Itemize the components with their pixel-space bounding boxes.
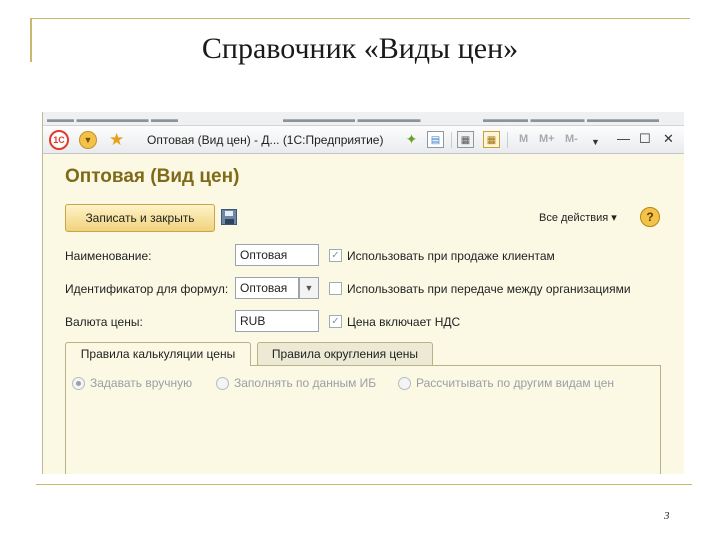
formula-id-input[interactable]: Оптовая [235,277,299,299]
help-icon[interactable]: ? [640,207,660,227]
slide-top-rule [30,18,690,19]
radio-calc-from-other-prices-label: Рассчитывать по другим видам цен [416,376,615,390]
background-window-strip: ▬▬▬ ▬▬▬▬▬▬▬▬ ▬▬▬ ▬▬▬▬▬▬▬▬ ▬▬▬▬▬▬▬ ▬▬▬▬▬ … [43,112,684,126]
memory-plus-button[interactable]: M+ [539,133,555,145]
radio-manual-label: Задавать вручную [90,376,193,390]
toolbar-separator [451,132,452,148]
radio-calc-from-other-prices[interactable] [398,377,411,390]
inter-org-transfer-checkbox[interactable] [329,282,342,295]
radio-manual[interactable] [72,377,85,390]
tab-calculation-rules[interactable]: Правила калькуляции цены [65,342,251,366]
tab-rounding-rules[interactable]: Правила округления цены [257,342,433,366]
toolbar-separator [507,132,508,148]
minimize-icon[interactable]: — [617,132,630,146]
price-includes-vat-checkbox[interactable]: ✓ [329,315,342,328]
form-title: Оптовая (Вид цен) [65,166,240,187]
save-disk-icon[interactable] [221,209,237,225]
save-and-close-button[interactable]: Записать и закрыть [65,204,215,232]
app-screenshot: ▬▬▬ ▬▬▬▬▬▬▬▬ ▬▬▬ ▬▬▬▬▬▬▬▬ ▬▬▬▬▬▬▬ ▬▬▬▬▬ … [42,112,684,474]
window-titlebar: 1С ▼ ★ Оптовая (Вид цен) - Д... (1С:Пред… [43,126,684,154]
document-icon[interactable]: ▤ [427,131,444,148]
chevron-down-icon[interactable]: ▼ [591,135,600,149]
calculator-icon[interactable]: ▦ [457,131,474,148]
formula-id-label: Идентификатор для формул: [65,282,229,296]
maximize-icon[interactable]: ☐ [639,132,651,146]
radio-fill-from-db-label: Заполнять по данным ИБ [234,376,377,390]
sales-to-clients-checkbox[interactable]: ✓ [329,249,342,262]
refresh-arrows-icon[interactable]: ✦ [403,131,420,148]
close-icon[interactable]: ✕ [663,132,674,146]
radio-fill-from-db[interactable] [216,377,229,390]
price-includes-vat-label: Цена включает НДС [347,315,461,329]
name-input[interactable]: Оптовая [235,244,319,266]
sales-to-clients-label: Использовать при продаже клиентам [347,249,555,263]
memory-m-button[interactable]: M [519,133,528,145]
slide-bottom-rule [36,484,692,485]
all-actions-menu[interactable]: Все действия ▾ [539,211,617,224]
formula-id-dropdown-button[interactable]: ▼ [299,277,319,299]
page-number: 3 [664,510,670,522]
1c-logo-icon: 1С [49,130,69,150]
favorite-star-icon[interactable]: ★ [109,130,124,150]
currency-label: Валюта цены: [65,315,143,329]
slide-title: Справочник «Виды цен» [201,32,519,65]
memory-minus-button[interactable]: M- [565,133,578,145]
name-label: Наименование: [65,249,152,263]
main-menu-button[interactable]: ▼ [79,131,97,149]
tab-panel-calculation: Задавать вручную Заполнять по данным ИБ … [65,365,661,474]
inter-org-transfer-label: Использовать при передаче между организа… [347,282,631,296]
currency-input[interactable]: RUB [235,310,319,332]
window-title: Оптовая (Вид цен) - Д... (1С:Предприятие… [147,133,384,147]
calendar-icon[interactable]: ▦ [483,131,500,148]
